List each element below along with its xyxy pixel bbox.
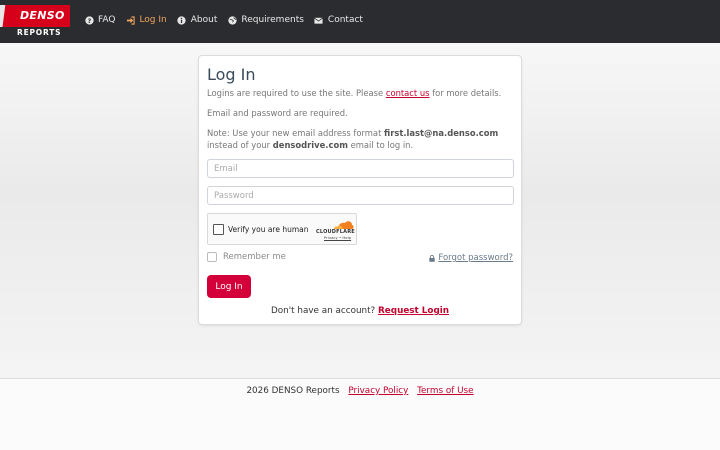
contact-us-link[interactable]: contact us [386,88,430,98]
captcha-label: Verify you are human [228,225,309,234]
no-account-text: Don't have an account? [270,306,379,316]
note-line2-after: email to log in. [347,140,414,150]
main-nav: ? FAQ Log In About Requirements Contact [84,15,363,25]
email-format-note-line2: instead of your densodrive.com email to … [207,139,413,151]
cloudflare-captcha-widget: Verify you are human CLOUDFLARE Privacy … [207,213,357,245]
nav-item-login[interactable]: Log In [125,15,167,25]
footer-copyright: 2026 DENSO Reports [246,386,340,396]
remember-me-checkbox[interactable] [207,252,217,262]
note-line2-text: instead of your [207,140,273,150]
remember-me-row: Remember me [207,252,286,262]
intro-text-before: Logins are required to use the site. Ple… [207,88,386,98]
note-line1-text: Note: Use your new email address format [207,128,385,138]
note-old-domain: densodrive.com [272,140,348,150]
logo-subtext: REPORTS [17,28,62,37]
envelope-icon [314,15,324,25]
request-login-row: Don't have an account? Request Login [199,306,521,316]
nav-label-faq: FAQ [98,15,116,25]
password-field[interactable] [207,186,514,205]
nav-item-about[interactable]: About [177,15,218,25]
nav-label-login: Log In [139,15,167,25]
email-field[interactable] [207,159,514,178]
remember-me-label: Remember me [223,252,286,262]
captcha-checkbox[interactable] [213,224,224,235]
login-intro-text: Logins are required to use the site. Ple… [207,87,501,99]
login-card: Log In Logins are required to use the si… [198,55,522,325]
captcha-privacy-help-links[interactable]: Privacy • Help [324,235,351,240]
question-circle-icon: ? [84,15,94,25]
forgot-password-row: Forgot password? [429,253,513,263]
note-email-format: first.last@na.denso.com [384,128,499,138]
email-format-note: Note: Use your new email address format … [207,127,498,139]
nav-item-contact[interactable]: Contact [314,15,363,25]
terms-of-use-link[interactable]: Terms of Use [417,386,473,396]
privacy-policy-link[interactable]: Privacy Policy [348,386,408,396]
nav-item-faq[interactable]: ? FAQ [84,15,115,25]
page-title: Log In [207,65,256,84]
nav-label-about: About [190,15,218,25]
request-login-link[interactable]: Request Login [378,306,449,316]
nav-label-contact: Contact [327,15,363,25]
logo-text: DENSO [20,9,65,22]
top-navbar: DENSO REPORTS ? FAQ Log In About Require… [0,0,720,43]
nav-label-requirements: Requirements [241,15,304,25]
lock-icon [429,254,436,262]
intro-text-after: for more details. [429,88,502,98]
login-submit-button[interactable]: Log In [207,275,251,298]
footer: 2026 DENSO Reports Privacy Policy Terms … [0,386,720,396]
forgot-password-link[interactable]: Forgot password? [438,253,513,263]
required-note: Email and password are required. [207,108,348,118]
globe-icon [227,15,237,25]
nav-item-requirements[interactable]: Requirements [227,15,304,25]
svg-text:?: ? [87,17,91,24]
denso-reports-logo[interactable]: DENSO REPORTS [0,5,70,39]
sign-in-icon [125,15,135,25]
info-circle-icon [177,15,187,25]
